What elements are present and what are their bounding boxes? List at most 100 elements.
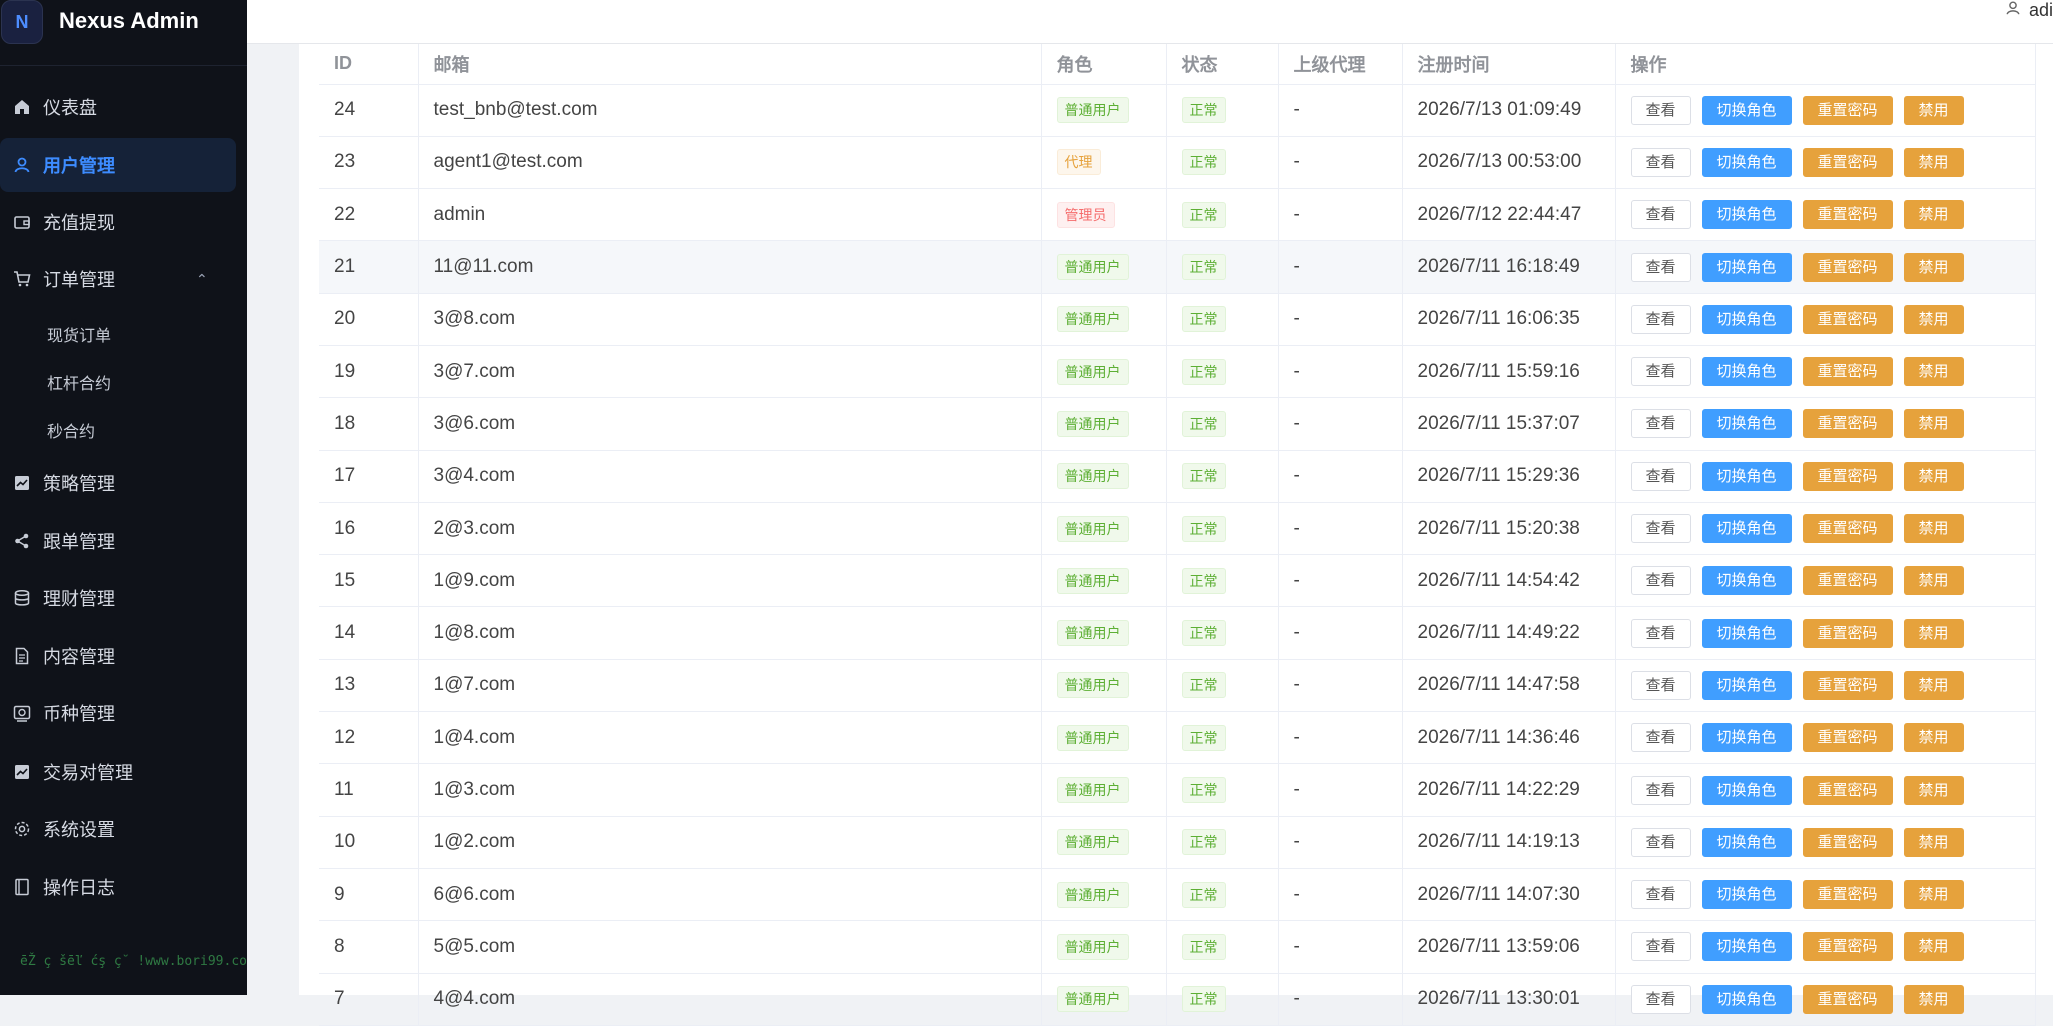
table-row[interactable]: 9 6@6.com 普通用户 正常 -2026/7/11 14:07:30 查看 切换角色重… xyxy=(319,868,2036,922)
sidebar-item-currency[interactable]: 币种管理 xyxy=(0,686,247,740)
table-row[interactable]: 18 3@6.com 普通用户 正常 -2026/7/11 15:37:07 查看 切换角色… xyxy=(319,397,2036,451)
view-button[interactable]: 查看 xyxy=(1630,880,1691,910)
ban-button[interactable]: 禁用 xyxy=(1903,984,1964,1014)
table-row[interactable]: 23 agent1@test.com 代理 正常 -2026/7/13 00:53:00… xyxy=(319,136,2036,190)
table-row[interactable]: 24 test_bnb@test.com 普通用户 正常 -2026/7/13 01:0… xyxy=(319,84,2036,137)
ban-button[interactable]: 禁用 xyxy=(1903,932,1964,962)
view-button[interactable]: 查看 xyxy=(1630,984,1691,1014)
view-button[interactable]: 查看 xyxy=(1630,723,1691,753)
sidebar-item-dashboard[interactable]: 仪表盘 xyxy=(0,80,247,134)
switch-role-button[interactable]: 切换角色 xyxy=(1701,200,1792,230)
view-button[interactable]: 查看 xyxy=(1630,566,1691,596)
reset-password-button[interactable]: 重置密码 xyxy=(1802,95,1893,125)
ban-button[interactable]: 禁用 xyxy=(1903,357,1964,387)
table-row[interactable]: 8 5@5.com 普通用户 正常 -2026/7/11 13:59:06 查看 切换角色重… xyxy=(319,920,2036,974)
sidebar-item-strategy[interactable]: 策略管理 xyxy=(0,456,247,510)
sidebar-item-trading-pairs[interactable]: 交易对管理 xyxy=(0,745,247,799)
switch-role-button[interactable]: 切换角色 xyxy=(1701,304,1792,334)
ban-button[interactable]: 禁用 xyxy=(1903,827,1964,857)
view-button[interactable]: 查看 xyxy=(1630,827,1691,857)
reset-password-button[interactable]: 重置密码 xyxy=(1802,775,1893,805)
switch-role-button[interactable]: 切换角色 xyxy=(1701,252,1792,282)
view-button[interactable]: 查看 xyxy=(1630,932,1691,962)
sidebar-item-logs[interactable]: 操作日志 xyxy=(0,860,247,914)
switch-role-button[interactable]: 切换角色 xyxy=(1701,147,1792,177)
view-button[interactable]: 查看 xyxy=(1630,147,1691,177)
column-header-status[interactable]: 状态 xyxy=(1166,44,1279,85)
view-button[interactable]: 查看 xyxy=(1630,775,1691,805)
reset-password-button[interactable]: 重置密码 xyxy=(1802,827,1893,857)
switch-role-button[interactable]: 切换角色 xyxy=(1701,357,1792,387)
switch-role-button[interactable]: 切换角色 xyxy=(1701,514,1792,544)
ban-button[interactable]: 禁用 xyxy=(1903,514,1964,544)
view-button[interactable]: 查看 xyxy=(1630,357,1691,387)
column-header-register-time[interactable]: 注册时间 xyxy=(1402,44,1616,85)
column-header-agent[interactable]: 上级代理 xyxy=(1278,44,1403,85)
ban-button[interactable]: 禁用 xyxy=(1903,409,1964,439)
table-row[interactable]: 14 1@8.com 普通用户 正常 -2026/7/11 14:49:22 查看 切换角色… xyxy=(319,606,2036,660)
table-row[interactable]: 7 4@4.com 普通用户 正常 -2026/7/11 13:30:01 查看 切换角色重… xyxy=(319,973,2036,1026)
ban-button[interactable]: 禁用 xyxy=(1903,566,1964,596)
reset-password-button[interactable]: 重置密码 xyxy=(1802,514,1893,544)
table-row[interactable]: 16 2@3.com 普通用户 正常 -2026/7/11 15:20:38 查看 切换角色… xyxy=(319,502,2036,556)
table-row[interactable]: 19 3@7.com 普通用户 正常 -2026/7/11 15:59:16 查看 切换角色… xyxy=(319,345,2036,399)
table-row[interactable]: 22 admin 管理员 正常 -2026/7/12 22:44:47 查看 切换角色 重置密… xyxy=(319,188,2036,242)
view-button[interactable]: 查看 xyxy=(1630,670,1691,700)
reset-password-button[interactable]: 重置密码 xyxy=(1802,461,1893,491)
switch-role-button[interactable]: 切换角色 xyxy=(1701,984,1792,1014)
ban-button[interactable]: 禁用 xyxy=(1903,461,1964,491)
ban-button[interactable]: 禁用 xyxy=(1903,723,1964,753)
ban-button[interactable]: 禁用 xyxy=(1903,95,1964,125)
sidebar-item-content[interactable]: 内容管理 xyxy=(0,629,247,683)
reset-password-button[interactable]: 重置密码 xyxy=(1802,984,1893,1014)
column-header-id[interactable]: ID xyxy=(319,44,419,85)
reset-password-button[interactable]: 重置密码 xyxy=(1802,200,1893,230)
switch-role-button[interactable]: 切换角色 xyxy=(1701,566,1792,596)
table-row[interactable]: 13 1@7.com 普通用户 正常 -2026/7/11 14:47:58 查看 切换角色… xyxy=(319,659,2036,713)
reset-password-button[interactable]: 重置密码 xyxy=(1802,566,1893,596)
sidebar-subitem-leverage[interactable]: 杠杆合约 xyxy=(47,370,111,394)
view-button[interactable]: 查看 xyxy=(1630,95,1691,125)
switch-role-button[interactable]: 切换角色 xyxy=(1701,880,1792,910)
table-row[interactable]: 21 11@11.com 普通用户 正常 -2026/7/11 16:18:49 查看 切换… xyxy=(319,240,2036,294)
column-header-role[interactable]: 角色 xyxy=(1041,44,1167,85)
reset-password-button[interactable]: 重置密码 xyxy=(1802,618,1893,648)
view-button[interactable]: 查看 xyxy=(1630,409,1691,439)
reset-password-button[interactable]: 重置密码 xyxy=(1802,932,1893,962)
reset-password-button[interactable]: 重置密码 xyxy=(1802,409,1893,439)
switch-role-button[interactable]: 切换角色 xyxy=(1701,723,1792,753)
column-header-email[interactable]: 邮箱 xyxy=(418,44,1042,85)
switch-role-button[interactable]: 切换角色 xyxy=(1701,409,1792,439)
view-button[interactable]: 查看 xyxy=(1630,200,1691,230)
sidebar-item-settings[interactable]: 系统设置 xyxy=(0,802,247,856)
sidebar-item-users[interactable]: 用户管理 xyxy=(0,138,247,192)
reset-password-button[interactable]: 重置密码 xyxy=(1802,252,1893,282)
view-button[interactable]: 查看 xyxy=(1630,304,1691,334)
ban-button[interactable]: 禁用 xyxy=(1903,147,1964,177)
view-button[interactable]: 查看 xyxy=(1630,252,1691,282)
sidebar-item-wealth[interactable]: 理财管理 xyxy=(0,571,247,625)
ban-button[interactable]: 禁用 xyxy=(1903,775,1964,805)
switch-role-button[interactable]: 切换角色 xyxy=(1701,618,1792,648)
reset-password-button[interactable]: 重置密码 xyxy=(1802,723,1893,753)
sidebar-item-deposit-withdraw[interactable]: 充值提现 xyxy=(0,195,247,249)
switch-role-button[interactable]: 切换角色 xyxy=(1701,95,1792,125)
ban-button[interactable]: 禁用 xyxy=(1903,670,1964,700)
sidebar-subitem-spot-orders[interactable]: 现货订单 xyxy=(47,322,111,346)
ban-button[interactable]: 禁用 xyxy=(1903,880,1964,910)
reset-password-button[interactable]: 重置密码 xyxy=(1802,880,1893,910)
switch-role-button[interactable]: 切换角色 xyxy=(1701,827,1792,857)
view-button[interactable]: 查看 xyxy=(1630,618,1691,648)
switch-role-button[interactable]: 切换角色 xyxy=(1701,461,1792,491)
table-row[interactable]: 11 1@3.com 普通用户 正常 -2026/7/11 14:22:29 查看 切换角色… xyxy=(319,763,2036,817)
sidebar-item-copy-trading[interactable]: 跟单管理 xyxy=(0,514,247,568)
ban-button[interactable]: 禁用 xyxy=(1903,200,1964,230)
switch-role-button[interactable]: 切换角色 xyxy=(1701,932,1792,962)
table-row[interactable]: 15 1@9.com 普通用户 正常 -2026/7/11 14:54:42 查看 切换角色… xyxy=(319,554,2036,608)
reset-password-button[interactable]: 重置密码 xyxy=(1802,357,1893,387)
table-row[interactable]: 10 1@2.com 普通用户 正常 -2026/7/11 14:19:13 查看 切换角色… xyxy=(319,816,2036,869)
view-button[interactable]: 查看 xyxy=(1630,514,1691,544)
table-row[interactable]: 17 3@4.com 普通用户 正常 -2026/7/11 15:29:36 查看 切换角色… xyxy=(319,450,2036,503)
table-row[interactable]: 12 1@4.com 普通用户 正常 -2026/7/11 14:36:46 查看 切换角色… xyxy=(319,711,2036,765)
ban-button[interactable]: 禁用 xyxy=(1903,618,1964,648)
